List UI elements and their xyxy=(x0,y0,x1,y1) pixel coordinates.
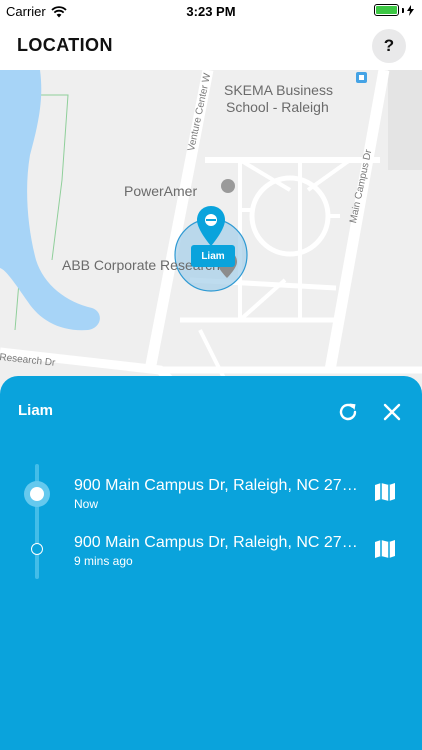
page-title: LOCATION xyxy=(17,35,113,55)
location-time: 9 mins ago xyxy=(74,554,133,568)
person-pin-tag[interactable]: Liam xyxy=(191,245,235,267)
current-location-dot xyxy=(24,481,50,507)
close-button[interactable] xyxy=(378,398,406,426)
map-label-skema-1: SKEMA Business xyxy=(224,82,333,98)
person-location-pin-icon[interactable] xyxy=(196,205,226,247)
map-icon xyxy=(375,483,395,501)
location-item-past[interactable]: 900 Main Campus Dr, Raleigh, NC 27606 9 … xyxy=(74,534,364,568)
location-time: Now xyxy=(74,497,99,511)
status-time: 3:23 PM xyxy=(186,4,236,19)
charging-bolt-icon xyxy=(407,4,414,16)
close-icon xyxy=(383,403,401,421)
status-bar: Carrier 3:23 PM xyxy=(0,0,422,22)
battery-fill xyxy=(376,6,397,14)
past-location-dot xyxy=(31,543,43,555)
location-history-sheet: Liam 900 Main Campus Dr, Raleigh, NC 276… xyxy=(0,376,422,750)
location-item-current[interactable]: 900 Main Campus Dr, Raleigh, NC 27606 No… xyxy=(74,477,364,511)
person-name: Liam xyxy=(18,402,54,419)
help-button[interactable]: ? xyxy=(372,29,406,63)
refresh-icon xyxy=(339,403,357,421)
map-label-poweramerica: PowerAmer xyxy=(124,183,198,199)
map-icon xyxy=(375,540,395,558)
battery-icon xyxy=(374,4,399,16)
location-address: 900 Main Campus Dr, Raleigh, NC 27606 xyxy=(74,534,364,551)
app-header: LOCATION ? xyxy=(0,22,422,70)
map-label-skema-2: School - Raleigh xyxy=(226,99,329,115)
refresh-button[interactable] xyxy=(334,398,362,426)
map-view[interactable]: SKEMA Business School - Raleigh PowerAme… xyxy=(0,70,422,400)
location-address: 900 Main Campus Dr, Raleigh, NC 27606 xyxy=(74,477,364,494)
battery-indicator xyxy=(374,4,414,16)
open-map-button-current[interactable] xyxy=(372,479,398,505)
open-map-button-past[interactable] xyxy=(372,536,398,562)
